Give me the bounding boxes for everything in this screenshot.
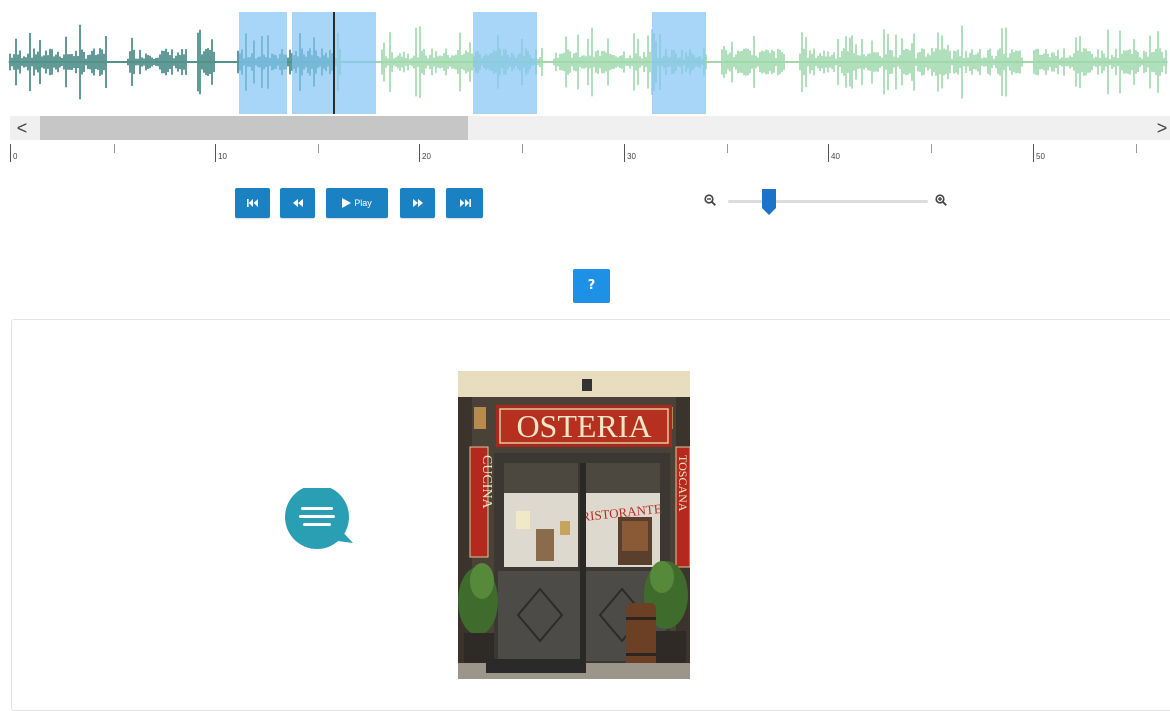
sign-osteria: OSTERIA [516,408,651,444]
rewind-button[interactable] [280,188,315,218]
tick-major [10,144,11,162]
tick-major [828,144,829,162]
help-button[interactable]: ? [573,269,610,303]
tick-minor [522,144,523,153]
play-icon [342,198,352,208]
waveform-region[interactable] [239,12,287,114]
zoom-out-icon[interactable] [704,194,716,206]
tick-minor [727,144,728,153]
tick-major [419,144,420,162]
sign-cucina: CUCINA [479,455,494,510]
tick-minor [931,144,932,153]
rewind-icon [292,199,303,207]
skip-to-end-button[interactable] [446,188,483,218]
waveform-region[interactable] [473,12,537,114]
skip-to-end-icon [459,199,471,207]
waveform-svg[interactable] [8,10,1170,115]
tick-label: 40 [831,152,840,161]
tick-minor [114,144,115,153]
scroll-right-arrow[interactable]: > [1150,116,1170,140]
scroll-left-arrow[interactable]: < [10,116,34,140]
tick-minor [1136,144,1137,153]
tick-label: 30 [627,152,636,161]
restaurant-photo: OSTERIA CUCINA TOSCANA RISTORANTE [458,371,690,679]
tick-minor [318,144,319,153]
fast-forward-button[interactable] [400,188,435,218]
zoom-in-icon[interactable] [935,194,947,206]
fast-forward-icon [412,199,423,207]
zoom-control[interactable] [704,188,954,216]
waveform-region[interactable] [652,12,706,114]
play-button[interactable]: Play [326,188,388,218]
content-card: OSTERIA CUCINA TOSCANA RISTORANTE [11,319,1170,711]
tick-label: 50 [1036,152,1045,161]
skip-to-start-icon [246,199,258,207]
timeline-ruler: 0 10 20 30 40 50 [0,140,1170,168]
tick-major [1033,144,1034,162]
tick-major [215,144,216,162]
playback-cursor[interactable] [333,12,335,114]
sign-toscana: TOSCANA [676,455,690,512]
tick-label: 0 [13,152,18,161]
tick-major [624,144,625,162]
waveform-scrollbar[interactable]: < > [10,116,1170,140]
skip-to-start-button[interactable] [235,188,270,218]
zoom-slider-track[interactable] [728,200,928,203]
zoom-slider-handle[interactable] [760,188,778,216]
waveform[interactable] [8,10,1170,115]
play-label: Play [354,198,372,208]
tick-label: 10 [218,152,227,161]
scroll-thumb[interactable] [40,116,468,140]
tick-label: 20 [422,152,431,161]
speech-bubble-icon[interactable] [284,488,364,554]
